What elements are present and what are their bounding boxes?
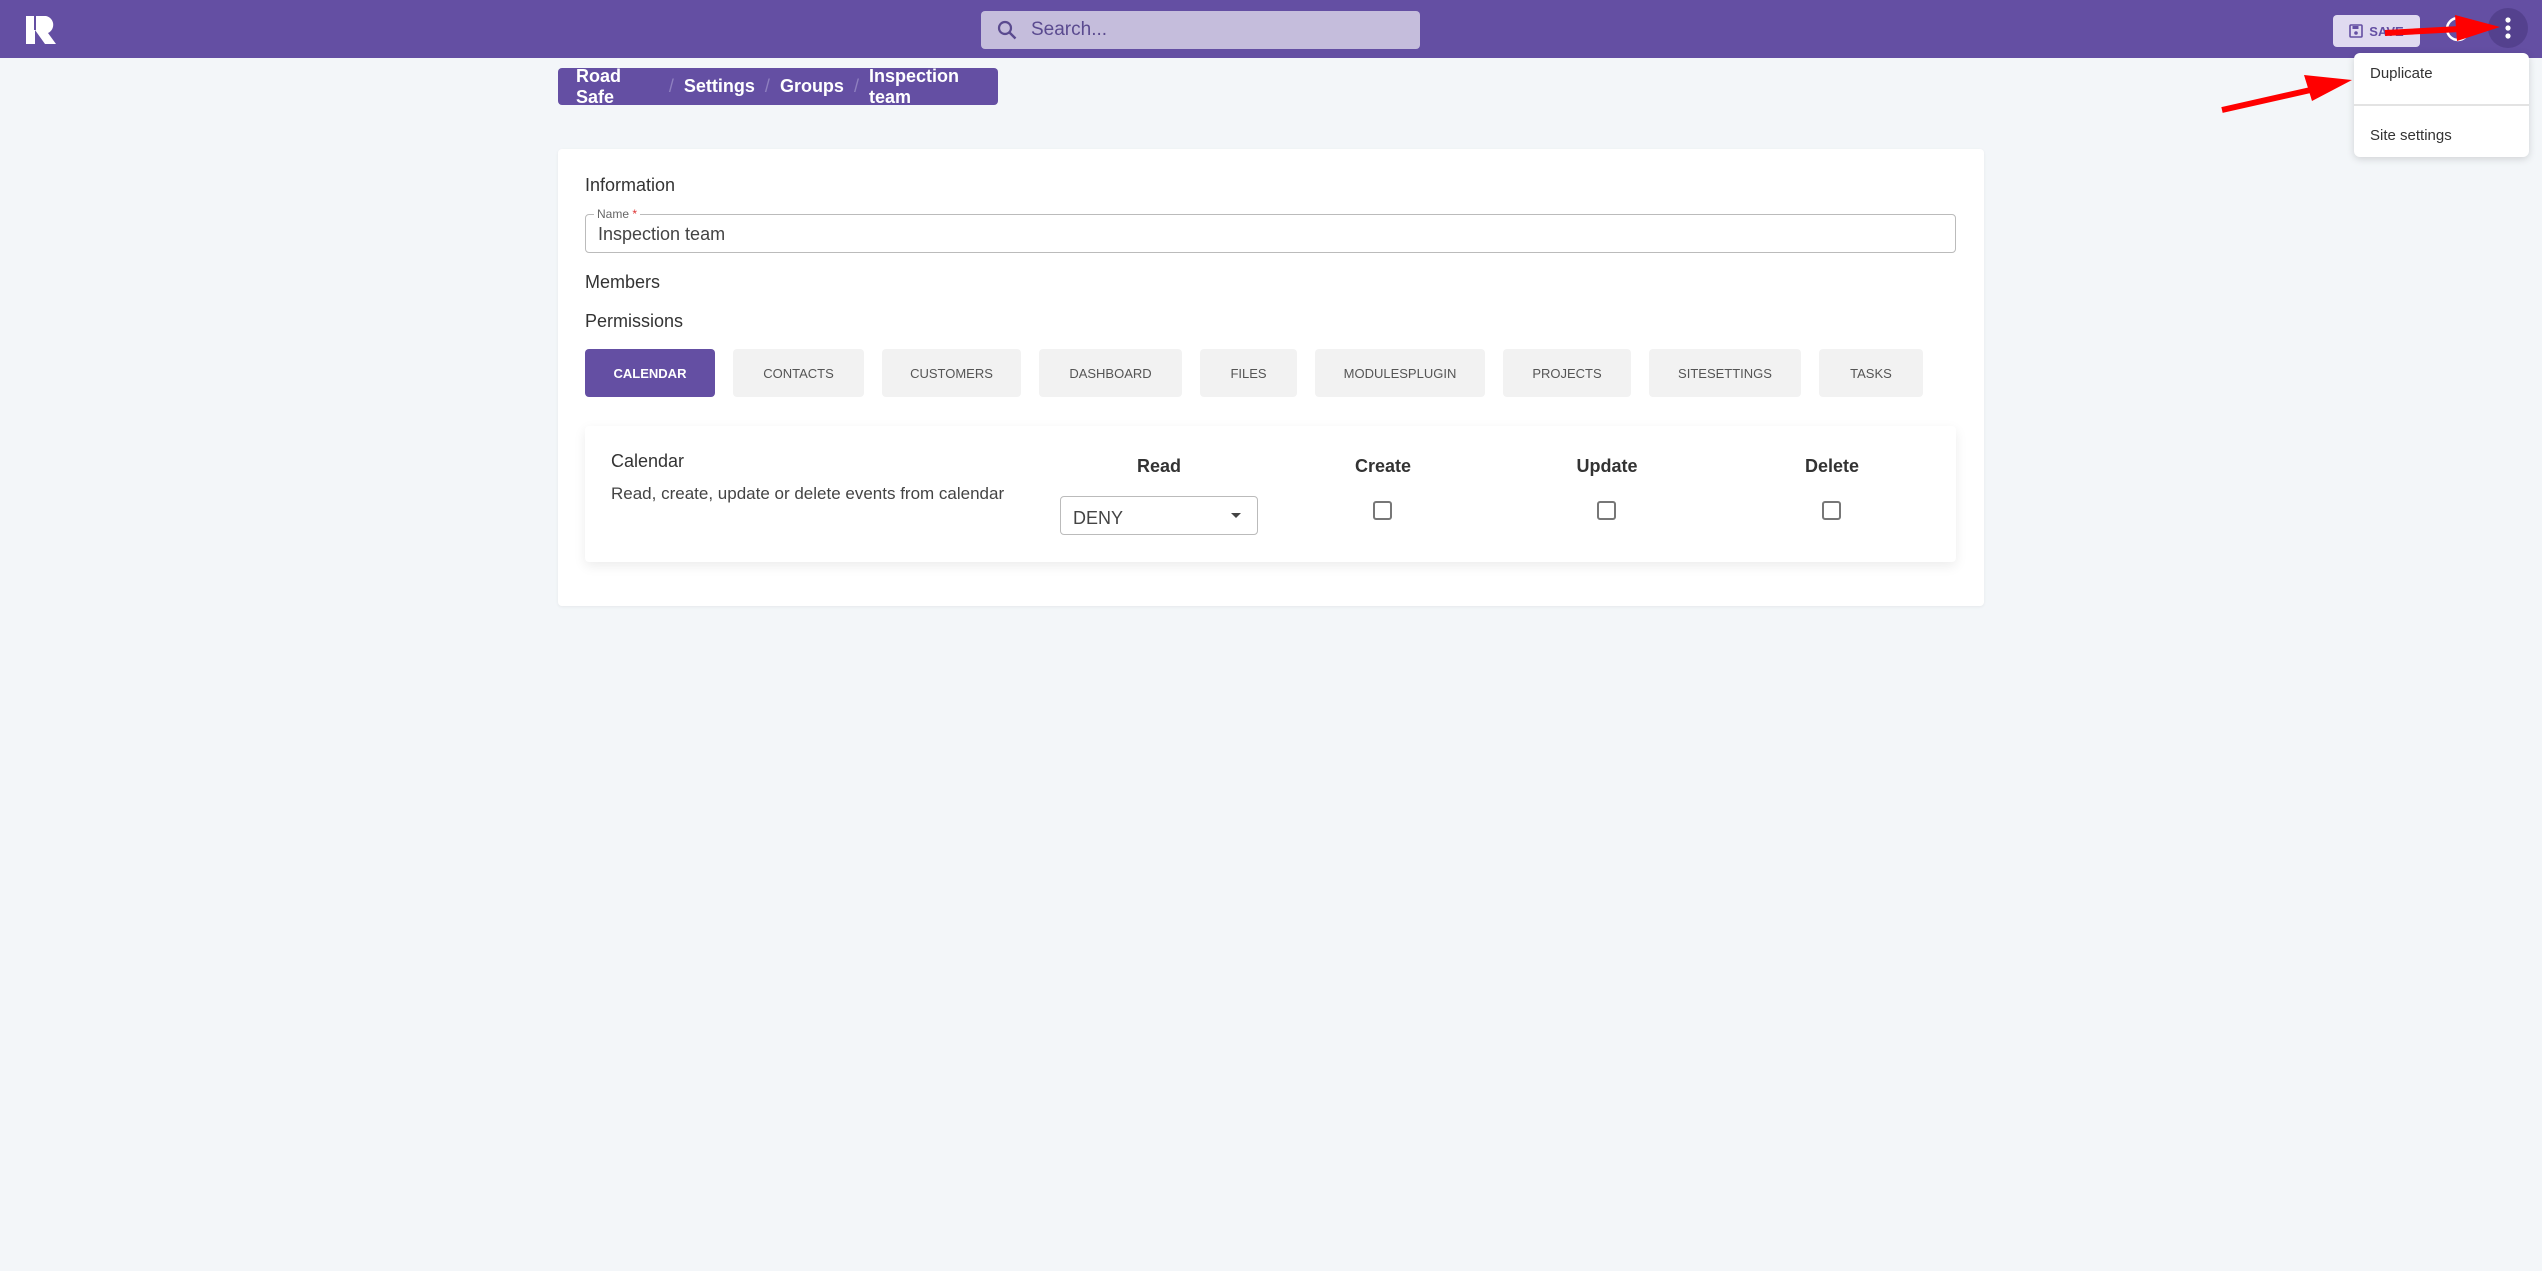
delete-checkbox[interactable]: [1822, 501, 1841, 520]
app-logo[interactable]: [26, 16, 56, 44]
update-checkbox[interactable]: [1597, 501, 1616, 520]
search-input[interactable]: Search...: [981, 11, 1420, 49]
tab-sitesettings[interactable]: SITESETTINGS: [1649, 349, 1801, 397]
column-delete: Delete: [1804, 456, 1860, 476]
members-heading: Members: [585, 272, 661, 292]
tab-customers[interactable]: CUSTOMERS: [882, 349, 1021, 397]
tab-contacts[interactable]: CONTACTS: [733, 349, 864, 397]
save-label: SAVE: [2369, 23, 2404, 39]
tab-files[interactable]: FILES: [1200, 349, 1297, 397]
breadcrumb-current: Inspection team: [868, 65, 959, 107]
tab-projects[interactable]: PROJECTS: [1503, 349, 1631, 397]
search-icon: [997, 20, 1017, 40]
dropdown-arrow-icon: [1231, 513, 1241, 518]
language-icon[interactable]: [2444, 15, 2472, 43]
more-options-button[interactable]: [2488, 8, 2528, 48]
name-field[interactable]: Name * Inspection team: [585, 207, 1956, 253]
tab-calendar[interactable]: CALENDAR: [585, 349, 715, 397]
column-create: Create: [1354, 456, 1412, 476]
save-icon: [2349, 24, 2364, 38]
information-heading: Information: [585, 175, 676, 195]
breadcrumb-groups[interactable]: Groups: [780, 76, 844, 97]
tab-tasks[interactable]: TASKS: [1819, 349, 1923, 397]
permission-description: Read, create, update or delete events fr…: [611, 484, 1005, 503]
column-read: Read: [1136, 456, 1182, 476]
permission-title: Calendar: [611, 451, 685, 471]
top-bar: Search... SAVE: [0, 0, 2542, 58]
menu-item-duplicate[interactable]: Duplicate: [2370, 65, 2433, 82]
permission-panel: Calendar Read, create, update or delete …: [585, 426, 1956, 562]
tab-modulesplugin[interactable]: MODULESPLUGIN: [1315, 349, 1485, 397]
options-menu: Duplicate Site settings: [2354, 53, 2529, 157]
red-arrow-icon: [2221, 75, 2352, 113]
breadcrumb-road-safe[interactable]: Road Safe: [576, 66, 659, 108]
read-select[interactable]: DENY: [1060, 496, 1258, 535]
save-button[interactable]: SAVE: [2333, 15, 2420, 47]
search-placeholder: Search...: [1031, 19, 1108, 40]
create-checkbox[interactable]: [1373, 501, 1392, 520]
read-select-value: DENY: [1073, 508, 1124, 528]
name-value[interactable]: Inspection team: [598, 224, 725, 245]
permissions-heading: Permissions: [585, 311, 684, 331]
name-label: Name *: [594, 207, 641, 221]
more-vert-icon: [2505, 17, 2511, 39]
breadcrumb: Road Safe / Settings / Groups / Inspection …: [558, 65, 998, 108]
breadcrumb-settings[interactable]: Settings: [684, 76, 755, 97]
group-form-card: Information Name * Inspection team Membe…: [558, 149, 1984, 606]
menu-divider: [2354, 104, 2529, 106]
column-update: Update: [1576, 456, 1638, 476]
menu-item-site-settings[interactable]: Site settings: [2370, 127, 2452, 144]
tab-dashboard[interactable]: DASHBOARD: [1039, 349, 1182, 397]
